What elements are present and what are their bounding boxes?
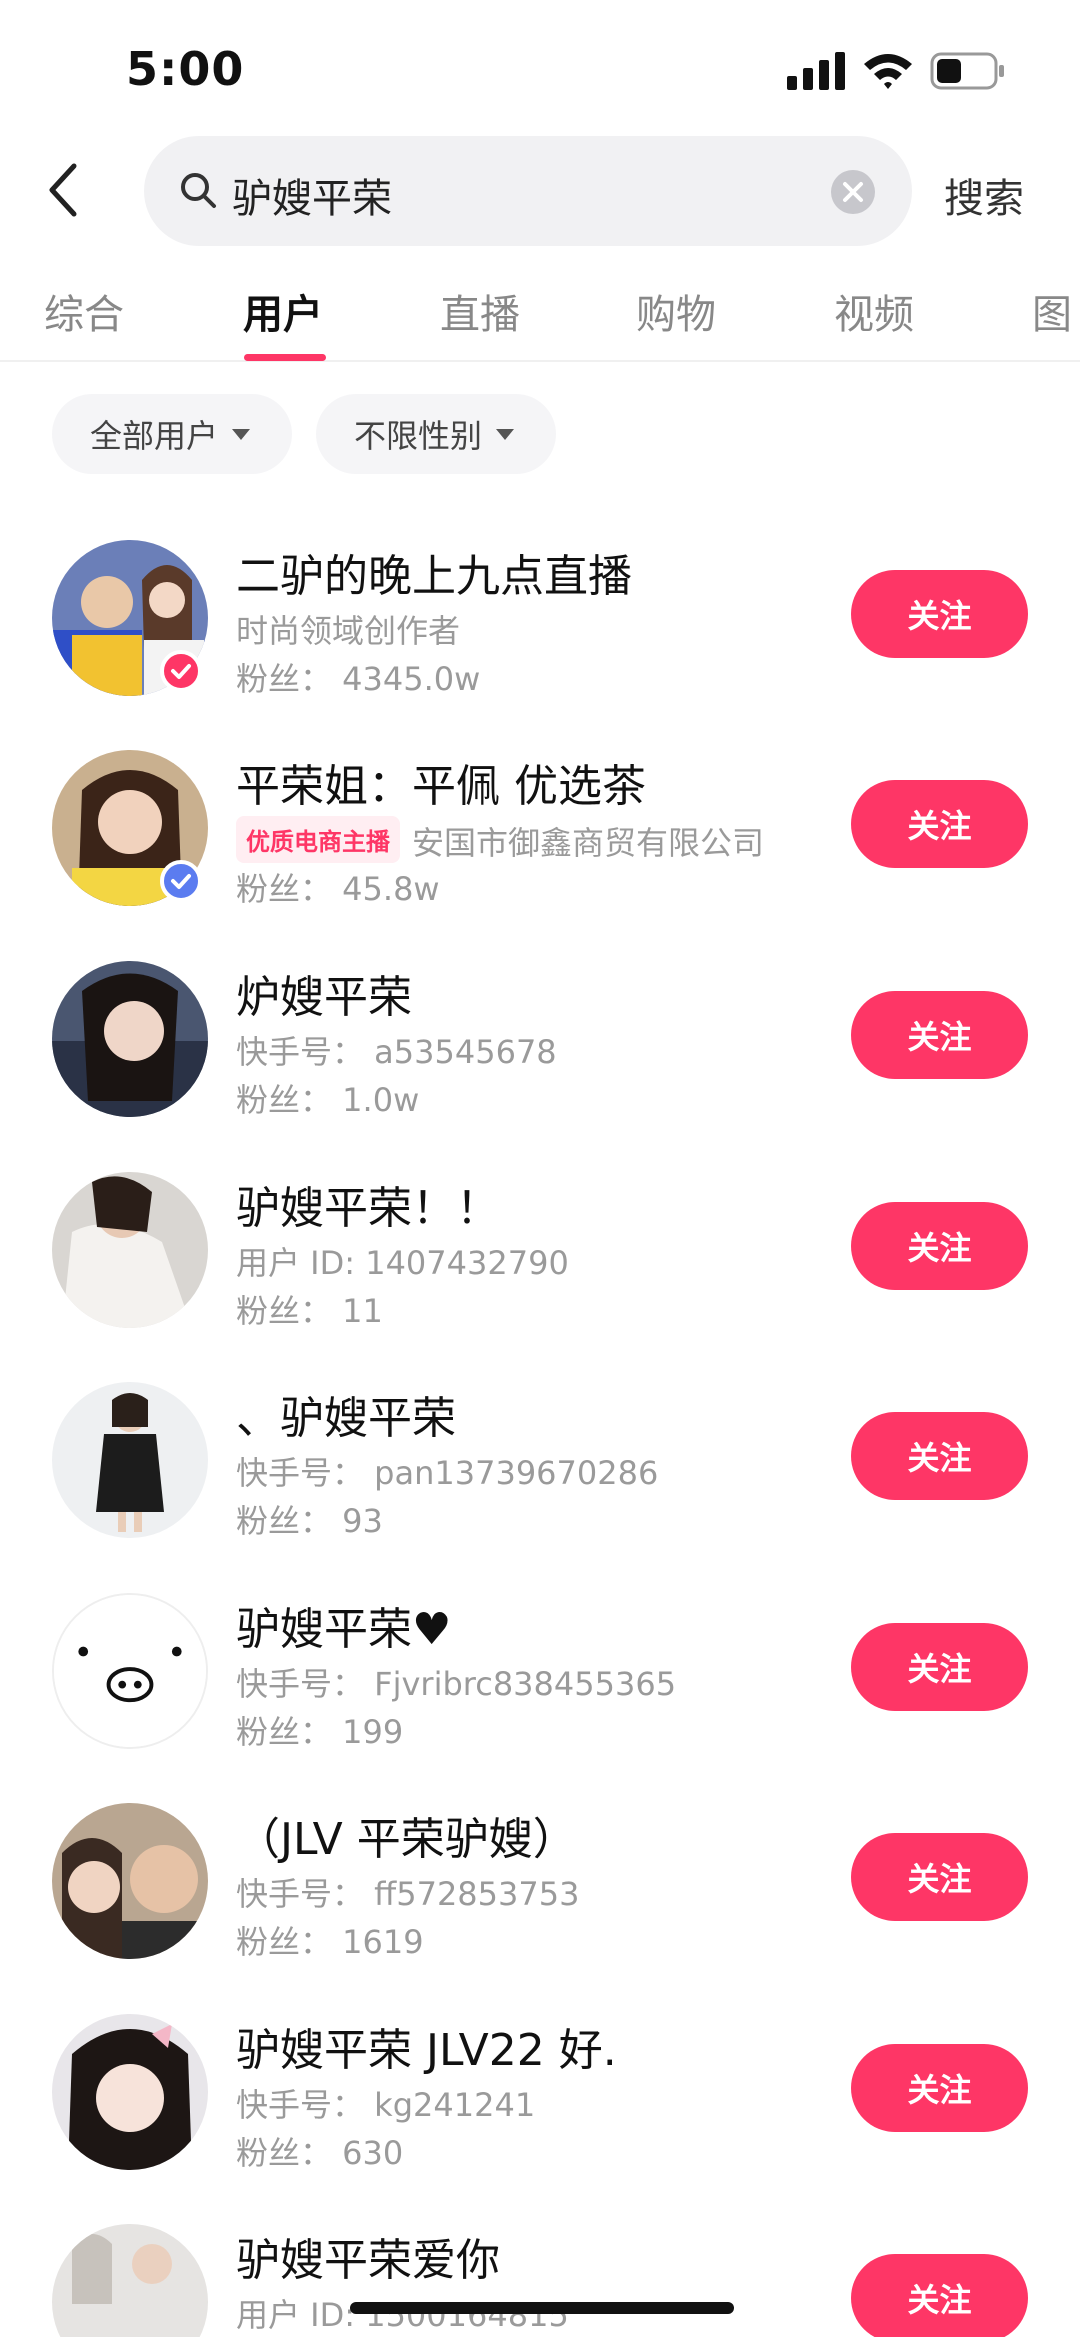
user-description: 快手号： kg241241 [236, 2086, 536, 2124]
caret-down-icon [232, 428, 251, 440]
user-fans: 粉丝： 4345.0w [236, 660, 481, 698]
user-fans: 粉丝： 93 [236, 1502, 383, 1540]
avatar[interactable] [52, 1593, 208, 1749]
quality-seller-badge: 优质电商主播 [236, 816, 400, 863]
user-row[interactable]: 炉嫂平荣 快手号： a53545678 粉丝： 1.0w 关注 [0, 961, 1080, 1171]
follow-button[interactable]: 关注 [851, 2254, 1028, 2337]
user-row[interactable]: （JLV 平荣驴嫂） 快手号： ff572853753 粉丝： 1619 关注 [0, 1803, 1080, 2013]
user-name: 驴嫂平荣♥ [236, 1604, 452, 1655]
user-fans: 粉丝： 11 [236, 1292, 383, 1330]
avatar[interactable] [52, 961, 208, 1117]
tab-users[interactable]: 用户 [243, 282, 323, 340]
user-fans: 粉丝： 45.8w [236, 870, 440, 908]
tab-live[interactable]: 直播 [440, 282, 520, 340]
user-row[interactable]: 驴嫂平荣 JLV22 好. 快手号： kg241241 粉丝： 630 关注 [0, 2014, 1080, 2224]
user-name: 平荣姐：平佩 优选茶 [236, 761, 646, 812]
search-header: 驴嫂平荣 搜索 [0, 130, 1080, 250]
user-fans: 粉丝： 1619 [236, 1923, 424, 1961]
follow-button[interactable]: 关注 [851, 2044, 1028, 2132]
user-name: 驴嫂平荣爱你 [236, 2235, 500, 2286]
filter-gender[interactable]: 不限性别 [316, 394, 556, 474]
user-fans: 粉丝： 1.0w [236, 1081, 420, 1119]
search-icon [181, 173, 216, 208]
status-time: 5:00 [126, 42, 245, 96]
tab-shopping[interactable]: 购物 [636, 282, 716, 340]
follow-button[interactable]: 关注 [851, 570, 1028, 658]
follow-button[interactable]: 关注 [851, 1202, 1028, 1290]
follow-button[interactable]: 关注 [851, 991, 1028, 1079]
user-description: 快手号： pan13739670286 [236, 1454, 659, 1492]
verified-badge-icon [160, 860, 202, 902]
home-indicator[interactable] [350, 2302, 734, 2314]
avatar[interactable] [52, 2014, 208, 2170]
clear-icon[interactable] [830, 169, 876, 215]
user-description: 时尚领域创作者 [236, 612, 461, 650]
cellular-signal-icon [787, 52, 845, 90]
follow-button[interactable]: 关注 [851, 1833, 1028, 1921]
battery-icon [930, 52, 1004, 90]
search-submit-button[interactable]: 搜索 [944, 166, 1024, 224]
tab-images[interactable]: 图 [1032, 282, 1072, 340]
avatar[interactable] [52, 1172, 208, 1328]
user-fans: 粉丝： 630 [236, 2134, 404, 2172]
status-bar: 5:00 [0, 0, 1080, 130]
user-company: 安国市御鑫商贸有限公司 [412, 824, 765, 862]
avatar[interactable] [52, 2224, 208, 2337]
avatar[interactable] [52, 1382, 208, 1538]
user-name: 驴嫂平荣 JLV22 好. [236, 2025, 617, 2076]
wifi-icon [864, 54, 912, 89]
search-query[interactable]: 驴嫂平荣 [232, 166, 392, 224]
avatar[interactable] [52, 1803, 208, 1959]
user-row[interactable]: 驴嫂平荣爱你 用户 ID: 1500164815 关注 [0, 2224, 1080, 2337]
search-input[interactable]: 驴嫂平荣 [144, 136, 912, 246]
user-name: 、驴嫂平荣 [236, 1393, 456, 1444]
user-description: 快手号： a53545678 [236, 1033, 557, 1071]
user-description: 快手号： Fjvribrc838455365 [236, 1665, 677, 1703]
user-fans: 粉丝： 199 [236, 1713, 404, 1751]
user-row[interactable]: 二驴的晚上九点直播 时尚领域创作者 粉丝： 4345.0w 关注 [0, 540, 1080, 750]
user-name: （JLV 平荣驴嫂） [236, 1814, 577, 1865]
user-row[interactable]: 、驴嫂平荣 快手号： pan13739670286 粉丝： 93 关注 [0, 1382, 1080, 1592]
verified-badge-icon [160, 650, 202, 692]
back-button[interactable] [40, 160, 90, 220]
caret-down-icon [496, 428, 515, 440]
user-name: 驴嫂平荣！！ [236, 1183, 500, 1234]
user-description: 用户 ID: 1407432790 [236, 1244, 569, 1282]
filter-gender-label: 不限性别 [354, 417, 483, 455]
follow-button[interactable]: 关注 [851, 780, 1028, 868]
filter-all-users-label: 全部用户 [90, 417, 219, 455]
result-tabs: 综合 用户 直播 购物 视频 图 [0, 270, 1080, 362]
tab-comprehensive[interactable]: 综合 [44, 282, 124, 340]
tab-video[interactable]: 视频 [834, 282, 914, 340]
user-name: 二驴的晚上九点直播 [236, 551, 632, 602]
follow-button[interactable]: 关注 [851, 1623, 1028, 1711]
follow-button[interactable]: 关注 [851, 1412, 1028, 1500]
user-row[interactable]: 驴嫂平荣！！ 用户 ID: 1407432790 粉丝： 11 关注 [0, 1172, 1080, 1382]
user-name: 炉嫂平荣 [236, 972, 412, 1023]
user-description: 优质电商主播 安国市御鑫商贸有限公司 [236, 816, 764, 864]
user-description: 快手号： ff572853753 [236, 1875, 580, 1913]
user-row[interactable]: 平荣姐：平佩 优选茶 优质电商主播 安国市御鑫商贸有限公司 粉丝： 45.8w 关… [0, 750, 1080, 960]
filter-all-users[interactable]: 全部用户 [52, 394, 292, 474]
user-row[interactable]: 驴嫂平荣♥ 快手号： Fjvribrc838455365 粉丝： 199 关注 [0, 1593, 1080, 1803]
active-tab-indicator [244, 354, 326, 361]
